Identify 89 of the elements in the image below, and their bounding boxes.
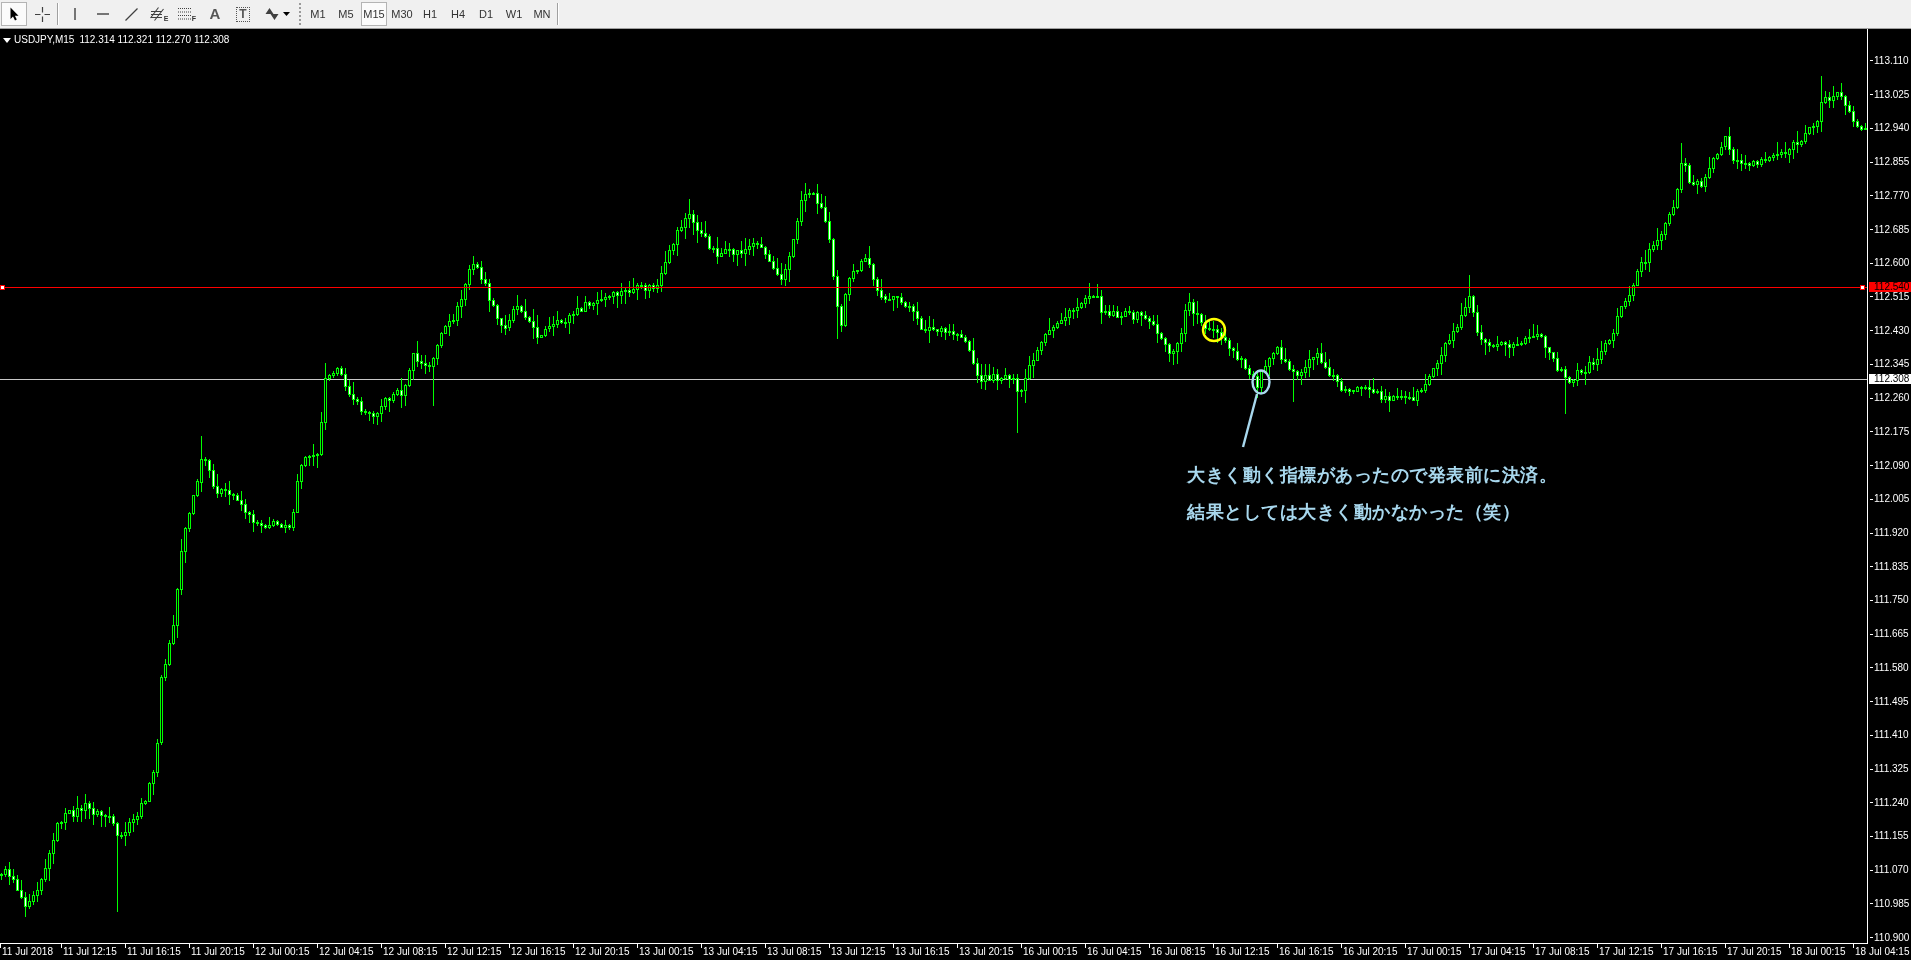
price-label: 112.770 [1874, 190, 1910, 201]
pointer-icon [9, 7, 19, 21]
caret-icon [282, 12, 290, 16]
cursor-tool-button[interactable] [1, 2, 27, 26]
diagonal-line-icon [124, 7, 138, 21]
price-label: 111.835 [1874, 561, 1909, 572]
text-label-tool-button[interactable]: T [230, 2, 256, 26]
price-label: 111.665 [1874, 629, 1909, 640]
time-label: 17 Jul 16:15 [1663, 946, 1718, 958]
dotted-lines-icon [177, 8, 192, 20]
price-label: 110.900 [1874, 932, 1910, 943]
leader-line [1241, 393, 1259, 448]
horizontal-line-icon [97, 13, 109, 15]
price-label: 112.855 [1874, 157, 1910, 168]
price-label: 112.685 [1874, 224, 1910, 235]
timeframe-button[interactable]: M5 [333, 2, 359, 26]
timeframe-button[interactable]: D1 [473, 2, 499, 26]
horizontal-line[interactable] [0, 285, 1867, 290]
time-label: 12 Jul 20:15 [575, 946, 630, 958]
arrows-icon [264, 7, 279, 21]
price-label: 111.070 [1874, 865, 1909, 876]
price-label: 113.025 [1874, 89, 1910, 100]
line-price-tag: 112.540 [1869, 282, 1911, 292]
time-label: 17 Jul 00:15 [1407, 946, 1462, 958]
time-label: 17 Jul 20:15 [1727, 946, 1782, 958]
price-label: 111.325 [1874, 764, 1909, 775]
price-label: 111.410 [1874, 730, 1909, 741]
time-label: 11 Jul 2018 [2, 946, 53, 958]
time-label: 12 Jul 12:15 [447, 946, 502, 958]
price-label: 111.495 [1874, 696, 1909, 707]
time-label: 16 Jul 00:15 [1023, 946, 1078, 958]
timeframe-button[interactable]: M30 [389, 2, 415, 26]
price-label: 112.005 [1874, 494, 1910, 505]
timeframe-button[interactable]: M15 [361, 2, 387, 26]
caret-icon [3, 37, 11, 43]
timeframe-button[interactable]: W1 [501, 2, 527, 26]
price-label: 111.920 [1874, 528, 1909, 538]
timeframe-button[interactable]: H1 [417, 2, 443, 26]
time-label: 12 Jul 04:15 [319, 946, 374, 958]
time-label: 18 Jul 04:15 [1855, 946, 1910, 958]
time-label: 12 Jul 08:15 [383, 946, 438, 958]
text-tool-button[interactable]: A [202, 2, 228, 26]
time-label: 16 Jul 12:15 [1215, 946, 1270, 958]
timeframe-button[interactable]: MN [529, 2, 555, 26]
chart-note: 大きく動く指標があったので発表前に決済。 [1187, 464, 1557, 486]
channel-icon [149, 7, 164, 21]
time-label: 13 Jul 00:15 [639, 946, 694, 958]
time-label: 13 Jul 20:15 [959, 946, 1014, 958]
price-label: 113.110 [1874, 55, 1909, 66]
time-label: 16 Jul 08:15 [1151, 946, 1206, 958]
price-label: 112.940 [1874, 123, 1910, 134]
vertical-line-icon [74, 8, 76, 20]
time-label: 11 Jul 12:15 [63, 946, 117, 958]
crosshair-icon [34, 6, 50, 22]
price-label: 112.600 [1874, 258, 1910, 269]
time-label: 13 Jul 12:15 [831, 946, 886, 958]
price-label: 111.750 [1874, 595, 1909, 606]
price-label: 112.090 [1874, 460, 1910, 471]
time-label: 13 Jul 16:15 [895, 946, 950, 958]
price-label: 112.430 [1874, 325, 1910, 336]
time-label: 12 Jul 00:15 [255, 946, 310, 958]
bid-price-tag: 112.308 [1869, 374, 1911, 384]
time-label: 16 Jul 04:15 [1087, 946, 1142, 958]
price-label: 111.155 [1874, 831, 1909, 842]
line-handle[interactable] [1860, 285, 1865, 290]
symbol-label: USDJPY,M15 [14, 34, 75, 46]
price-label: 112.175 [1874, 426, 1910, 437]
time-label: 17 Jul 04:15 [1471, 946, 1526, 958]
time-label: 17 Jul 12:15 [1599, 946, 1654, 958]
line-handle[interactable] [0, 285, 5, 290]
time-label: 11 Jul 20:15 [191, 946, 245, 958]
quote-values: 112.314 112.321 112.270 112.308 [79, 34, 230, 46]
price-label: 112.260 [1874, 393, 1910, 404]
price-label: 110.985 [1874, 898, 1910, 909]
timeframe-button[interactable]: M1 [305, 2, 331, 26]
price-label: 112.345 [1874, 359, 1910, 370]
time-label: 13 Jul 04:15 [703, 946, 758, 958]
time-label: 18 Jul 00:15 [1791, 946, 1846, 958]
time-label: 12 Jul 16:15 [511, 946, 566, 958]
chart-note: 結果としては大きく動かなかった（笑） [1187, 501, 1520, 523]
price-label: 112.515 [1874, 292, 1910, 302]
time-label: 16 Jul 16:15 [1279, 946, 1334, 958]
time-label: 16 Jul 20:15 [1343, 946, 1398, 958]
time-label: 13 Jul 08:15 [767, 946, 822, 958]
timeframe-button[interactable]: H4 [445, 2, 471, 26]
time-label: 17 Jul 08:15 [1535, 946, 1590, 958]
price-label: 111.240 [1874, 797, 1909, 808]
time-label: 11 Jul 16:15 [127, 946, 181, 958]
price-label: 111.580 [1874, 662, 1909, 673]
